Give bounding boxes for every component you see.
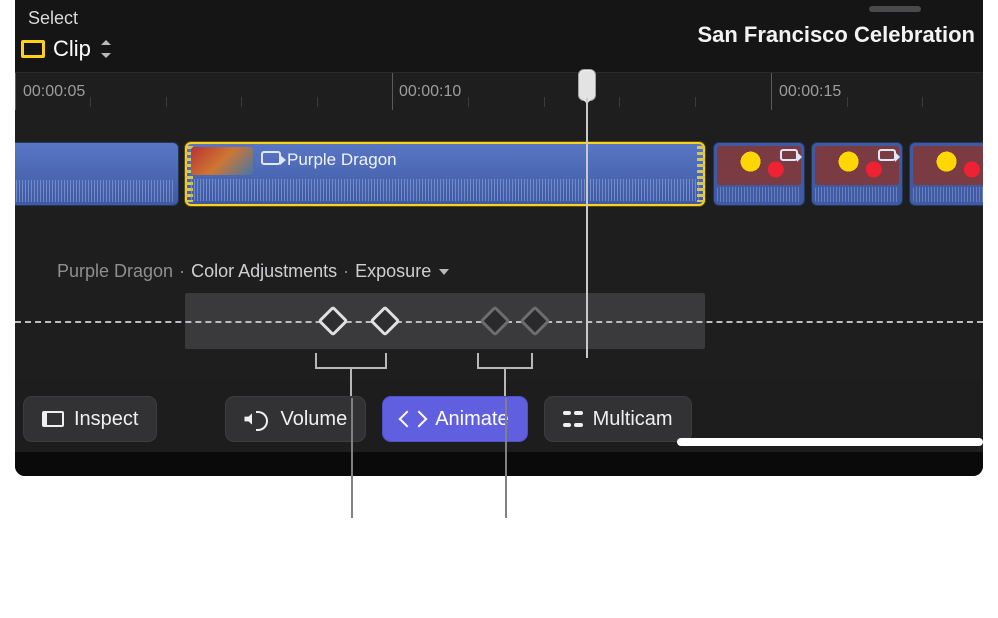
button-label: Inspect [74,408,138,431]
speaker-icon [244,409,270,429]
volume-button[interactable]: Volume [225,396,366,442]
video-icon [780,149,798,161]
time-tick-label: 00:00:15 [779,83,841,101]
dot-separator: · [343,261,349,282]
up-down-icon [99,40,113,58]
video-icon [261,151,281,165]
keyframe-dim[interactable] [479,305,510,336]
breadcrumb-param: Exposure [355,261,431,282]
button-label: Animate [435,408,508,431]
clip-left-partial[interactable] [15,142,179,206]
selection-mode-label: Clip [53,36,91,62]
time-ruler[interactable]: 00:00:05 00:00:10 00:00:15 [15,72,983,110]
drag-handle[interactable] [869,6,921,12]
clip-selected[interactable]: Purple Dragon [185,142,705,206]
timeline-lane[interactable]: Purple Dragon [15,110,983,225]
project-title: San Francisco Celebration [697,22,975,48]
sliders-icon [42,408,64,430]
select-label: Select [28,8,78,29]
keyframe-dim[interactable] [519,305,550,336]
callout-line [505,398,507,518]
clip-thumbnail [191,147,253,175]
keyframes-icon [401,410,425,428]
keyframe[interactable] [317,305,348,336]
trim-handle-right[interactable] [697,146,705,202]
callout-bracket [477,353,533,369]
horizontal-scrollbar[interactable] [677,438,983,446]
grid-icon [563,409,583,429]
playhead[interactable] [578,69,596,101]
keyframe-strip[interactable] [185,293,705,349]
button-label: Multicam [593,408,673,431]
clip-icon [21,40,45,58]
time-tick-label: 00:00:10 [399,83,461,101]
button-label: Volume [280,408,347,431]
callout-bracket [315,353,387,369]
multicam-button[interactable]: Multicam [544,396,692,442]
clip[interactable] [909,142,983,206]
breadcrumb-group: Color Adjustments [191,261,337,282]
time-tick-label: 00:00:05 [23,83,85,101]
clip[interactable] [713,142,805,206]
callout-line [351,398,353,518]
breadcrumb[interactable]: Purple Dragon · Color Adjustments · Expo… [57,261,449,282]
inspect-button[interactable]: Inspect [23,396,157,442]
breadcrumb-clip: Purple Dragon [57,261,173,282]
video-icon [878,149,896,161]
clip-name: Purple Dragon [287,150,397,170]
dot-separator: · [179,261,185,282]
clip[interactable] [811,142,903,206]
keyframe[interactable] [369,305,400,336]
chevron-down-icon [439,269,449,275]
selection-mode[interactable]: Clip [21,36,113,62]
playhead-line [586,98,588,358]
